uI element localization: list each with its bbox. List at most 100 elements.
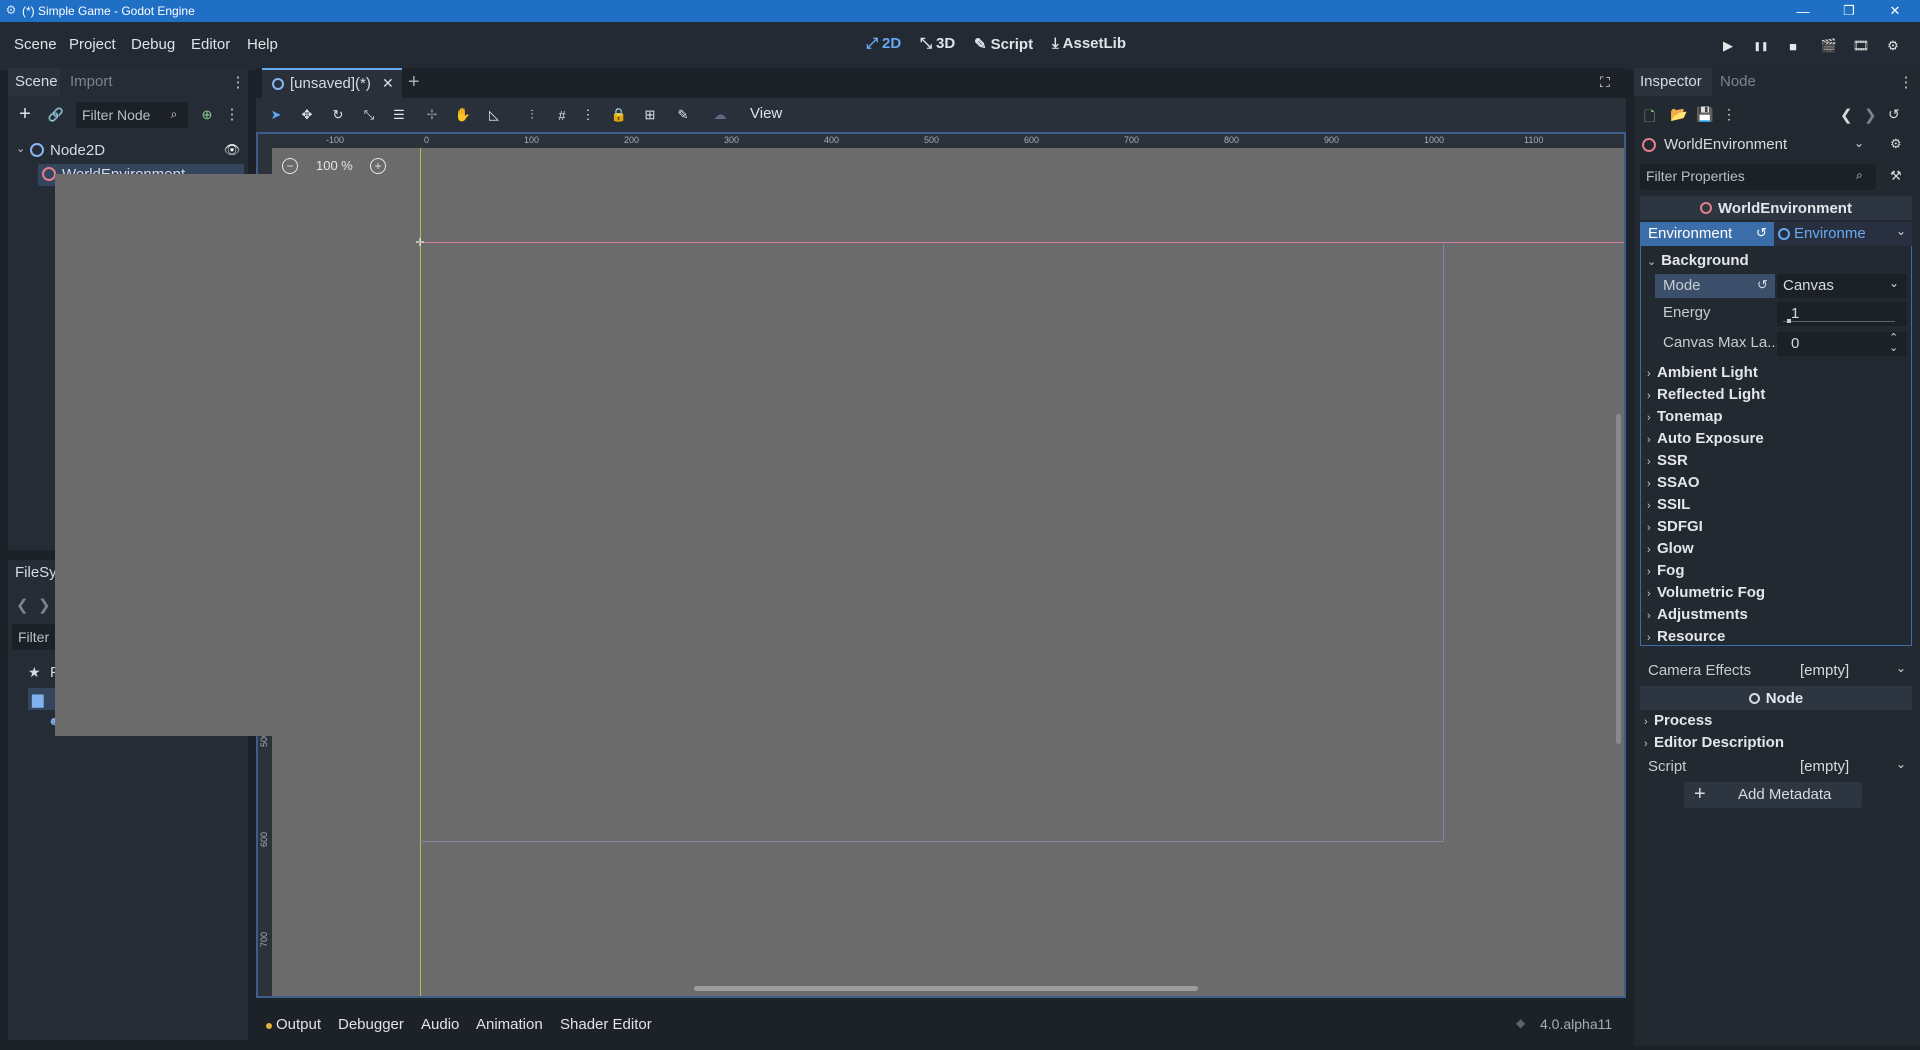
mode-select[interactable]: Canvas ⌄ (1777, 274, 1907, 298)
play-custom-scene-icon[interactable]: 🎞 (1852, 37, 1870, 55)
section-reflected-light[interactable]: › Reflected Light (1647, 386, 1907, 406)
bottom-tab-animation[interactable]: Animation (476, 1016, 543, 1033)
section-ssr[interactable]: › SSR (1647, 452, 1907, 472)
pivot-icon[interactable]: ✢ (422, 105, 442, 125)
workspace-script-button[interactable]: ✎ Script (974, 35, 1033, 54)
history-icon[interactable]: ↺ (1888, 106, 1900, 123)
section-editor-description[interactable]: › Editor Description (1644, 734, 1904, 754)
section-fog[interactable]: › Fog (1647, 562, 1907, 582)
select-mode-icon[interactable]: ➤ (266, 105, 286, 125)
tree-item-node2d[interactable]: ⌄ Node2D 👁 (12, 140, 242, 162)
section-resource[interactable]: › Resource (1647, 628, 1907, 648)
movie-maker-icon[interactable]: ⚙ (1884, 37, 1902, 55)
view-menu-button[interactable]: View (750, 105, 782, 122)
section-sdfgi[interactable]: › SDFGI (1647, 518, 1907, 538)
menu-help[interactable]: Help (247, 36, 278, 53)
forward-arrow-icon[interactable]: ❯ (38, 596, 51, 614)
history-forward-icon[interactable]: ❯ (1864, 106, 1877, 124)
section-ssao[interactable]: › SSAO (1647, 474, 1907, 494)
environment-property-row[interactable]: Environment ↺ Environme ⌄ (1640, 222, 1912, 246)
play-icon[interactable]: ▶ (1719, 37, 1737, 55)
scene-tab-unsaved[interactable]: [unsaved](*) ✕ (262, 68, 402, 98)
workspace-2d-button[interactable]: ⤢ 2D (866, 35, 901, 52)
move-mode-icon[interactable]: ✥ (297, 105, 317, 125)
tab-inspector[interactable]: Inspector (1634, 68, 1712, 96)
distraction-free-icon[interactable]: ⛶ (1600, 74, 1610, 91)
revert-icon[interactable]: ↺ (1757, 277, 1768, 293)
section-ssil[interactable]: › SSIL (1647, 496, 1907, 516)
section-adjustments[interactable]: › Adjustments (1647, 606, 1907, 626)
stop-icon[interactable]: ■ (1784, 37, 1802, 55)
script-picker[interactable]: [empty] ⌄ (1794, 756, 1912, 778)
workspace-assetlib-button[interactable]: ⤓ AssetLib (1052, 35, 1126, 52)
zoom-out-icon[interactable]: − (282, 158, 298, 174)
section-process[interactable]: › Process (1644, 712, 1904, 732)
zoom-in-icon[interactable]: + (370, 158, 386, 174)
vertical-scrollbar[interactable] (1616, 414, 1621, 744)
tab-import[interactable]: Import (70, 73, 113, 90)
spinbox-arrows-icon[interactable]: ⌃ ⌄ (1889, 333, 1898, 354)
collapse-chevron-icon[interactable]: ⌄ (16, 142, 25, 155)
restore-button[interactable]: ❐ (1826, 0, 1872, 22)
background-section[interactable]: ⌄ Background (1647, 252, 1847, 272)
slider-grabber[interactable] (1787, 319, 1791, 323)
bottom-tab-shader-editor[interactable]: Shader Editor (560, 1016, 652, 1033)
environment-resource-picker[interactable]: Environme ⌄ (1774, 222, 1912, 246)
grid-snap-icon[interactable]: # (552, 105, 572, 125)
menu-scene[interactable]: Scene (14, 36, 57, 53)
filter-options-icon[interactable]: ⚒ (1890, 168, 1902, 184)
ruler-icon[interactable]: ◺ (484, 105, 504, 125)
menu-debug[interactable]: Debug (131, 36, 175, 53)
object-settings-icon[interactable]: ⚙ (1890, 136, 1902, 152)
tab-scene[interactable]: Scene (8, 68, 60, 96)
add-node-icon[interactable]: + (15, 103, 35, 125)
section-tonemap[interactable]: › Tonemap (1647, 408, 1907, 428)
group-icon[interactable]: ⊞ (640, 105, 660, 125)
horizontal-scrollbar[interactable] (694, 986, 1198, 991)
workspace-3d-button[interactable]: ⤡ 3D (920, 35, 955, 52)
dock-menu-icon[interactable]: ⋮ (231, 72, 246, 92)
minimize-button[interactable]: — (1780, 0, 1826, 22)
2d-viewport[interactable]: -100 0 100 200 300 400 500 600 700 800 9… (256, 132, 1626, 998)
pause-icon[interactable]: ❚❚ (1752, 37, 1770, 55)
section-auto-exposure[interactable]: › Auto Exposure (1647, 430, 1907, 450)
smart-snap-icon[interactable]: ⫶ (522, 105, 542, 125)
canvas-max-layer-spinbox[interactable]: 0 ⌃ ⌄ (1777, 332, 1907, 356)
object-selector[interactable]: WorldEnvironment ⌄ (1640, 132, 1870, 158)
add-metadata-button[interactable]: + Add Metadata (1684, 782, 1862, 808)
history-back-icon[interactable]: ❮ (1840, 106, 1853, 124)
tab-node[interactable]: Node (1720, 73, 1756, 90)
section-volumetric-fog[interactable]: › Volumetric Fog (1647, 584, 1907, 604)
resource-menu-icon[interactable]: ⋮ (1722, 106, 1736, 123)
section-glow[interactable]: › Glow (1647, 540, 1907, 560)
energy-slider[interactable]: 1 (1777, 302, 1907, 326)
back-arrow-icon[interactable]: ❮ (16, 596, 29, 614)
scale-mode-icon[interactable]: ⤡ (359, 105, 379, 125)
zoom-level[interactable]: 100 % (316, 158, 353, 173)
list-select-icon[interactable]: ☰ (389, 105, 409, 125)
menu-editor[interactable]: Editor (191, 36, 230, 53)
visibility-eye-icon[interactable]: 👁 (224, 142, 241, 158)
revert-icon[interactable]: ↺ (1756, 225, 1767, 241)
camera-effects-picker[interactable]: [empty] ⌄ (1794, 660, 1912, 682)
filter-properties-input[interactable]: Filter Properties ⌕ (1640, 164, 1876, 190)
close-tab-icon[interactable]: ✕ (382, 75, 394, 92)
save-icon[interactable]: 💾 (1696, 106, 1713, 123)
add-tab-icon[interactable]: + (408, 71, 420, 94)
menu-project[interactable]: Project (69, 36, 116, 53)
scene-tree-menu-icon[interactable]: ⋮ (225, 104, 240, 124)
section-ambient-light[interactable]: › Ambient Light (1647, 364, 1907, 384)
instance-scene-icon[interactable]: ⊕ (198, 106, 216, 124)
snap-options-icon[interactable]: ⋮ (578, 105, 598, 125)
skeleton-bone-icon[interactable]: ✎ (673, 105, 693, 125)
bottom-tab-output[interactable]: Output (276, 1016, 321, 1033)
rotate-mode-icon[interactable]: ↻ (328, 105, 348, 125)
open-folder-icon[interactable]: 📂 (1670, 106, 1687, 123)
filter-node-input[interactable]: Filter Node ⌕ (76, 102, 188, 128)
bottom-tab-debugger[interactable]: Debugger (338, 1016, 404, 1033)
create-resource-icon[interactable]: 🗋 (1644, 106, 1655, 130)
link-icon[interactable]: 🔗 (46, 106, 66, 124)
inspector-menu-icon[interactable]: ⋮ (1899, 72, 1914, 92)
lock-icon[interactable]: 🔒 (609, 105, 629, 125)
camera-override-icon[interactable]: ☁ (710, 105, 730, 125)
